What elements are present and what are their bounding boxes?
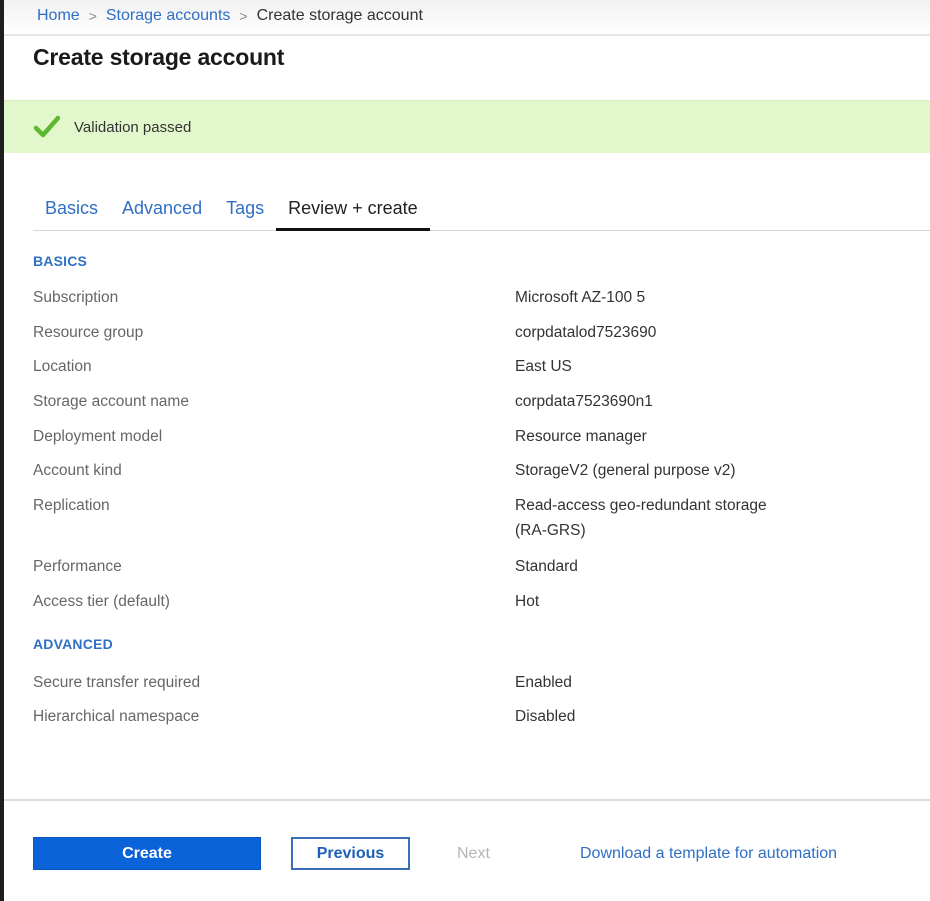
row-value: StorageV2 (general purpose v2) xyxy=(515,462,736,479)
row-label: Subscription xyxy=(33,289,119,306)
row-value: corpdata7523690n1 xyxy=(515,393,653,410)
breadcrumb-separator: > xyxy=(239,8,248,24)
row-label: Secure transfer required xyxy=(33,674,201,691)
row-label: Resource group xyxy=(33,324,144,341)
breadcrumb-home[interactable]: Home xyxy=(37,7,80,25)
footer-divider xyxy=(4,799,930,801)
checkmark-icon xyxy=(34,115,60,138)
row-label: Account kind xyxy=(33,462,122,479)
row-label: Access tier (default) xyxy=(33,593,170,610)
section-title-advanced: ADVANCED xyxy=(33,636,113,652)
row-value: Microsoft AZ-100 5 xyxy=(515,289,646,306)
row-label: Storage account name xyxy=(33,393,189,410)
tab-basics[interactable]: Basics xyxy=(33,196,110,228)
tab-bar: Basics Advanced Tags Review + create xyxy=(33,196,930,231)
breadcrumb-bar: Home > Storage accounts > Create storage… xyxy=(4,0,930,36)
row-value: Standard xyxy=(515,558,578,575)
validation-message: Validation passed xyxy=(74,118,192,136)
row-label: Replication xyxy=(33,497,110,514)
tab-review-create[interactable]: Review + create xyxy=(276,196,430,231)
row-value: Read-access geo-redundant storage (RA-GR… xyxy=(515,497,767,539)
row-label: Deployment model xyxy=(33,428,163,445)
row-value: Resource manager xyxy=(515,428,647,445)
tab-advanced[interactable]: Advanced xyxy=(110,196,214,228)
row-value: corpdatalod7523690 xyxy=(515,324,657,341)
create-button[interactable]: Create xyxy=(33,837,261,870)
validation-banner: Validation passed xyxy=(4,100,930,153)
section-title-basics: BASICS xyxy=(33,253,88,269)
row-value: East US xyxy=(515,358,572,375)
previous-button[interactable]: Previous xyxy=(291,837,410,870)
row-value: Enabled xyxy=(515,674,572,691)
row-value: Disabled xyxy=(515,708,576,725)
tab-tags[interactable]: Tags xyxy=(214,196,276,228)
row-value: Hot xyxy=(515,593,540,610)
row-label: Performance xyxy=(33,558,122,575)
breadcrumb: Home > Storage accounts > Create storage… xyxy=(37,7,423,25)
breadcrumb-current: Create storage account xyxy=(256,7,423,24)
row-label: Hierarchical namespace xyxy=(33,708,200,725)
next-button[interactable]: Next xyxy=(440,837,510,870)
download-template-link[interactable]: Download a template for automation xyxy=(580,845,837,863)
row-label: Location xyxy=(33,358,92,375)
breadcrumb-storage-accounts[interactable]: Storage accounts xyxy=(106,7,231,25)
page-title: Create storage account xyxy=(33,44,285,70)
breadcrumb-separator: > xyxy=(88,8,97,24)
